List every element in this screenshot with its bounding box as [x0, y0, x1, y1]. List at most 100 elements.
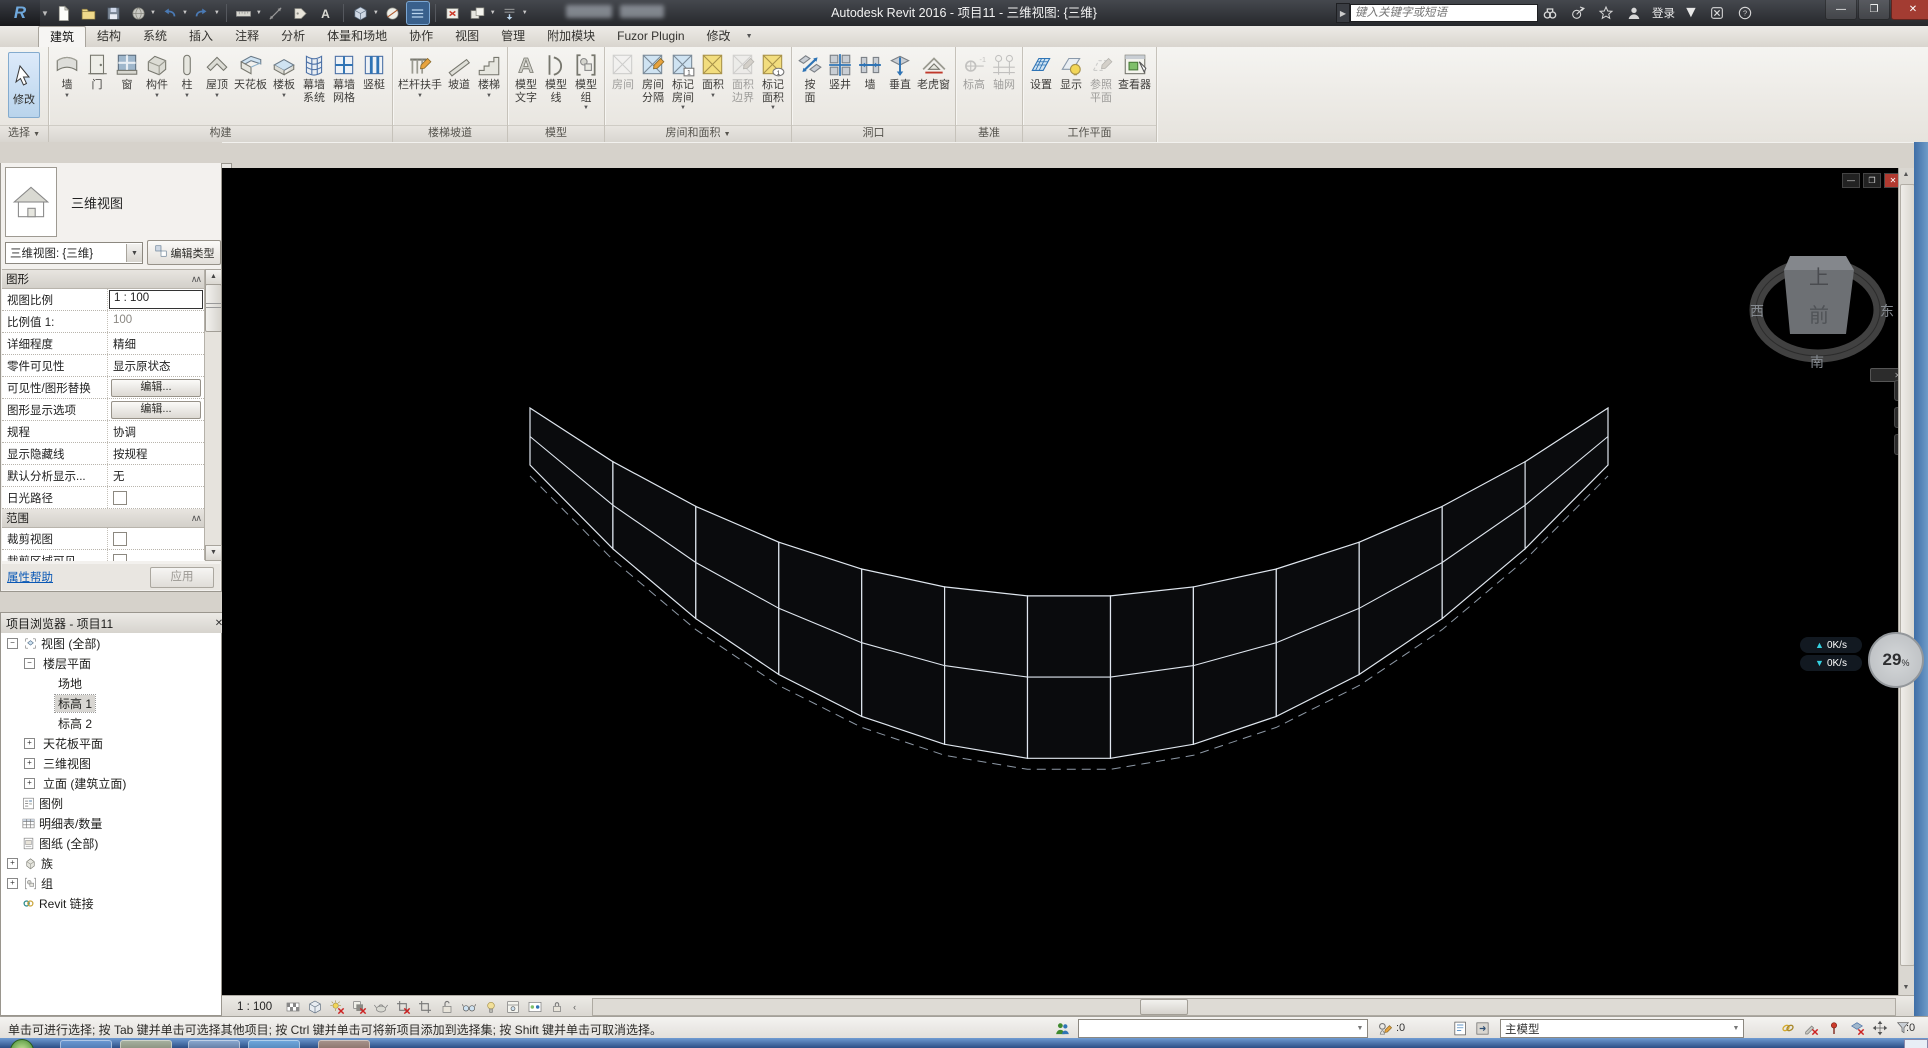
scroll-down-icon[interactable]: ▼	[1899, 981, 1913, 995]
scrollbar-thumb[interactable]	[1900, 184, 1915, 966]
vertical-scrollbar[interactable]: ▲ ▼	[1898, 168, 1915, 995]
view-restore-button[interactable]: ❐	[1863, 173, 1881, 188]
editable-only-icon[interactable]	[1374, 1019, 1394, 1037]
property-group-范围[interactable]: 范围∧∧	[2, 509, 204, 528]
tree-expander-plus[interactable]: +	[24, 778, 35, 789]
tree-item-标高 2[interactable]: 标高 2	[1, 713, 221, 733]
show-crop-region-icon[interactable]	[415, 998, 435, 1016]
tree-expander-minus[interactable]: −	[24, 658, 35, 669]
save-icon[interactable]	[102, 2, 124, 24]
temporary-view-properties-icon[interactable]	[503, 998, 523, 1016]
panel-label-构建[interactable]: 构建	[49, 125, 392, 142]
property-value[interactable]: 按规程	[108, 443, 204, 464]
taskbar-app-5[interactable]	[318, 1040, 370, 1048]
tab-分析[interactable]: 分析	[270, 26, 316, 47]
tree-item-场地[interactable]: 场地	[1, 673, 221, 693]
tree-item-图例[interactable]: 图例	[1, 793, 221, 813]
show-rendering-dialog-icon[interactable]	[371, 998, 391, 1016]
tree-item-族[interactable]: +族	[1, 853, 221, 873]
tab-系统[interactable]: 系统	[132, 26, 178, 47]
ribbon-button-柱[interactable]: 柱▼	[173, 49, 201, 99]
exchange-apps-icon[interactable]	[1707, 3, 1727, 23]
taskbar-app-4[interactable]	[248, 1040, 300, 1048]
properties-help-link[interactable]: 属性帮助	[7, 569, 53, 585]
tab-结构[interactable]: 结构	[86, 26, 132, 47]
panel-label-模型[interactable]: 模型	[508, 125, 604, 142]
ribbon-button-天花板[interactable]: 天花板	[233, 49, 268, 92]
panel-label-房间和面积[interactable]: 房间和面积 ▼	[605, 125, 791, 142]
minimize-button[interactable]: —	[1825, 0, 1857, 20]
property-edit-button[interactable]: 编辑...	[111, 401, 201, 419]
property-value[interactable]: 显示原状态	[108, 355, 204, 376]
tab-附加模块[interactable]: 附加模块	[536, 26, 606, 47]
select-by-face-icon[interactable]	[1847, 1019, 1867, 1037]
ribbon-button-构件[interactable]: 构件▼	[143, 49, 171, 99]
transfer-icon[interactable]	[127, 2, 149, 24]
detail-level-icon[interactable]	[283, 998, 303, 1016]
property-group-图形[interactable]: 图形∧∧	[2, 270, 204, 289]
view-minimize-button[interactable]: —	[1842, 173, 1860, 188]
unlocked-3d-view-icon[interactable]	[437, 998, 457, 1016]
tree-item-图纸 (全部)[interactable]: 图纸 (全部)	[1, 833, 221, 853]
signin-label[interactable]: 登录	[1652, 5, 1675, 21]
tab-建筑[interactable]: 建筑	[38, 26, 86, 47]
collapse-arrow-icon[interactable]: ‹	[567, 1002, 582, 1012]
taskbar-app-2[interactable]	[120, 1040, 172, 1048]
panel-label-洞口[interactable]: 洞口	[792, 125, 955, 142]
property-value[interactable]: 无	[108, 465, 204, 486]
panel-label-select[interactable]: 选择 ▼	[0, 125, 48, 142]
viewcube-west-label[interactable]: 西	[1750, 303, 1764, 319]
reveal-constraints-icon[interactable]	[547, 998, 567, 1016]
tab-options-caret[interactable]: ▼	[742, 26, 753, 47]
tree-item-标高 1[interactable]: 标高 1	[1, 693, 221, 713]
property-checkbox[interactable]	[113, 554, 127, 561]
ribbon-button-标记面积[interactable]: 1标记面积▼	[759, 49, 787, 111]
windows-taskbar[interactable]	[0, 1038, 1928, 1048]
ribbon-button-房间分隔[interactable]: 房间分隔	[639, 49, 667, 104]
properties-scrollbar[interactable]: ▲ ▼	[204, 269, 221, 560]
worksets-icon[interactable]	[1052, 1019, 1072, 1037]
property-checkbox[interactable]	[113, 491, 127, 505]
default-3d-view-icon[interactable]	[350, 2, 372, 24]
tree-item-三维视图[interactable]: +三维视图	[1, 753, 221, 773]
ribbon-button-门[interactable]: 门	[83, 49, 111, 92]
tree-expander-plus[interactable]: +	[7, 878, 18, 889]
tree-item-Revit 链接[interactable]: Revit 链接	[1, 893, 221, 913]
chevron-down-icon[interactable]: ▼	[1683, 4, 1699, 22]
tab-修改[interactable]: 修改	[696, 26, 742, 47]
ribbon-button-竖梃[interactable]: 竖梃	[360, 49, 388, 92]
drag-on-selection-icon[interactable]	[1870, 1019, 1890, 1037]
ribbon-button-幕墙系统[interactable]: 幕墙系统	[300, 49, 328, 104]
panel-label-楼梯坡道[interactable]: 楼梯坡道	[393, 125, 507, 142]
chevron-down-icon[interactable]: ▼	[182, 10, 188, 16]
switch-windows-icon[interactable]	[467, 2, 489, 24]
viewcube-east-label[interactable]: 东	[1880, 303, 1894, 319]
maximize-button[interactable]: ❐	[1858, 0, 1890, 20]
tree-item-天花板平面[interactable]: +天花板平面	[1, 733, 221, 753]
tree-expander-plus[interactable]: +	[24, 758, 35, 769]
text-icon[interactable]: A	[315, 2, 337, 24]
tab-Fuzor Plugin[interactable]: Fuzor Plugin	[606, 26, 695, 47]
ribbon-button-屋顶[interactable]: 屋顶▼	[203, 49, 231, 99]
tree-item-组[interactable]: +组	[1, 873, 221, 893]
design-options-icon[interactable]	[1450, 1019, 1470, 1037]
open-icon[interactable]	[77, 2, 99, 24]
signin-person-icon[interactable]	[1624, 3, 1644, 23]
active-workset-combo[interactable]: ▼	[1078, 1019, 1368, 1038]
ribbon-button-楼板[interactable]: 楼板▼	[270, 49, 298, 99]
edit-type-button[interactable]: 编辑类型	[147, 240, 221, 265]
tag-icon[interactable]	[290, 2, 312, 24]
modify-button[interactable]: 修改	[8, 52, 40, 118]
exclude-options-icon[interactable]	[1472, 1019, 1492, 1037]
new-document-icon[interactable]	[52, 2, 74, 24]
chevron-down-icon[interactable]: ▼	[150, 10, 156, 16]
taskbar-app-3[interactable]	[188, 1040, 240, 1048]
view-close-button[interactable]: ✕	[1884, 173, 1898, 188]
property-input[interactable]: 1 : 100	[109, 290, 203, 309]
worksharing-display-icon[interactable]	[525, 998, 545, 1016]
revit-app-menu-button[interactable]: R	[0, 0, 40, 26]
panel-label-工作平面[interactable]: 工作平面	[1023, 125, 1156, 142]
thin-lines-icon[interactable]	[407, 2, 429, 24]
ribbon-button-墙[interactable]: 墙	[856, 49, 884, 92]
scrollbar-thumb[interactable]	[205, 284, 222, 332]
